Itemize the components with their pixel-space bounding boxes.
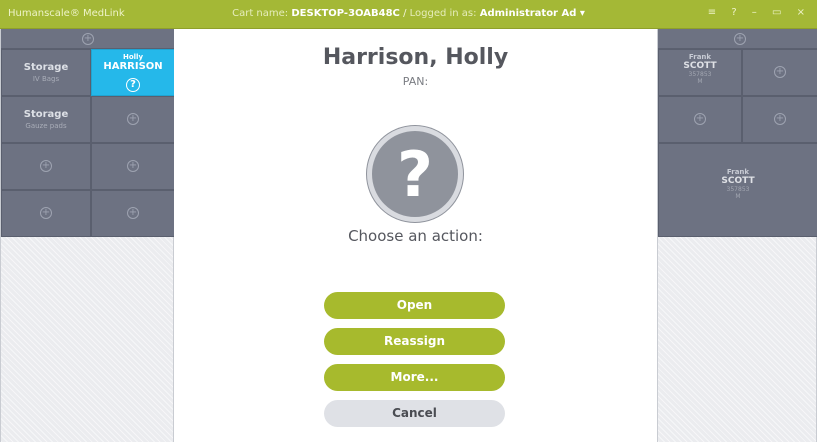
empty-cell[interactable]: + xyxy=(658,96,742,143)
patient-sex: M xyxy=(735,193,741,200)
cart-label: Cart name: xyxy=(232,8,289,19)
empty-cell[interactable]: + xyxy=(1,190,91,237)
reassign-button[interactable]: Reassign xyxy=(324,328,505,355)
patient-id: 357853 xyxy=(726,186,750,193)
patient-action-dialog: Harrison, Holly PAN: ? Choose an action:… xyxy=(174,29,657,442)
question-icon: ? xyxy=(126,78,140,92)
patient-cell[interactable]: Frank SCOTT 357853 M xyxy=(658,49,742,96)
right-grid: + Frank SCOTT 357853 M + + + Frank SCOTT… xyxy=(658,29,817,237)
cart-info: Cart name: DESKTOP-3OAB48C / Logged in a… xyxy=(0,8,817,19)
pan-label: PAN: xyxy=(402,75,429,88)
empty-cell[interactable]: + xyxy=(742,96,817,143)
cell-title: Storage xyxy=(23,62,69,73)
cell-subtitle: IV Bags xyxy=(32,75,60,83)
patient-last-name: HARRISON xyxy=(103,61,163,72)
empty-cell[interactable]: + xyxy=(91,143,175,190)
add-icon: + xyxy=(774,113,786,125)
patient-sex: M xyxy=(697,78,703,85)
patient-id: 357853 xyxy=(688,71,712,78)
patient-first-name: Frank xyxy=(726,168,750,176)
question-mark-icon: ? xyxy=(397,138,433,211)
right-panel: + Frank SCOTT 357853 M + + + Frank SCOTT… xyxy=(657,29,817,442)
empty-cell[interactable]: + xyxy=(1,143,91,190)
add-icon: + xyxy=(694,113,706,125)
left-grid-header: + xyxy=(1,29,175,49)
patient-name: Harrison, Holly xyxy=(322,45,509,70)
storage-cell-gauze-pads[interactable]: Storage Gauze pads xyxy=(1,96,91,143)
storage-cell-iv-bags[interactable]: Storage IV Bags xyxy=(1,49,91,96)
title-bar: Humanscale® MedLink Cart name: DESKTOP-3… xyxy=(0,0,817,29)
open-button[interactable]: Open xyxy=(324,292,505,319)
title-separator: / xyxy=(403,8,407,19)
patient-first-name: Holly xyxy=(122,53,144,61)
add-icon: + xyxy=(40,160,52,172)
patient-cell-selected[interactable]: Holly HARRISON ? xyxy=(91,49,175,96)
cell-title: Storage xyxy=(23,109,69,120)
action-prompt: Choose an action: xyxy=(348,227,483,245)
patient-first-name: Frank xyxy=(688,53,712,61)
empty-cell[interactable]: + xyxy=(91,96,175,143)
left-panel: + Storage IV Bags Holly HARRISON ? Stora… xyxy=(0,29,175,442)
patient-last-name: SCOTT xyxy=(721,176,755,186)
cart-name: DESKTOP-3OAB48C xyxy=(291,8,400,19)
patient-last-name: SCOTT xyxy=(683,61,717,71)
add-icon[interactable]: + xyxy=(734,33,746,45)
add-icon: + xyxy=(774,66,786,78)
add-icon[interactable]: + xyxy=(82,33,94,45)
window-controls[interactable]: ≡ ? – ▭ × xyxy=(708,7,811,18)
empty-cell[interactable]: + xyxy=(742,49,817,96)
cancel-button[interactable]: Cancel xyxy=(324,400,505,427)
logged-in-label: Logged in as: xyxy=(409,8,477,19)
add-icon: + xyxy=(127,113,139,125)
patient-cell-large[interactable]: Frank SCOTT 357853 M xyxy=(658,143,817,237)
left-grid: + Storage IV Bags Holly HARRISON ? Stora… xyxy=(1,29,175,237)
user-menu[interactable]: Administrator Ad ▾ xyxy=(480,8,585,19)
more-button[interactable]: More... xyxy=(324,364,505,391)
right-grid-header: + xyxy=(658,29,817,49)
add-icon: + xyxy=(127,207,139,219)
add-icon: + xyxy=(127,160,139,172)
add-icon: + xyxy=(40,207,52,219)
empty-cell[interactable]: + xyxy=(91,190,175,237)
cell-subtitle: Gauze pads xyxy=(25,122,67,130)
unknown-patient-icon: ? xyxy=(367,126,463,222)
